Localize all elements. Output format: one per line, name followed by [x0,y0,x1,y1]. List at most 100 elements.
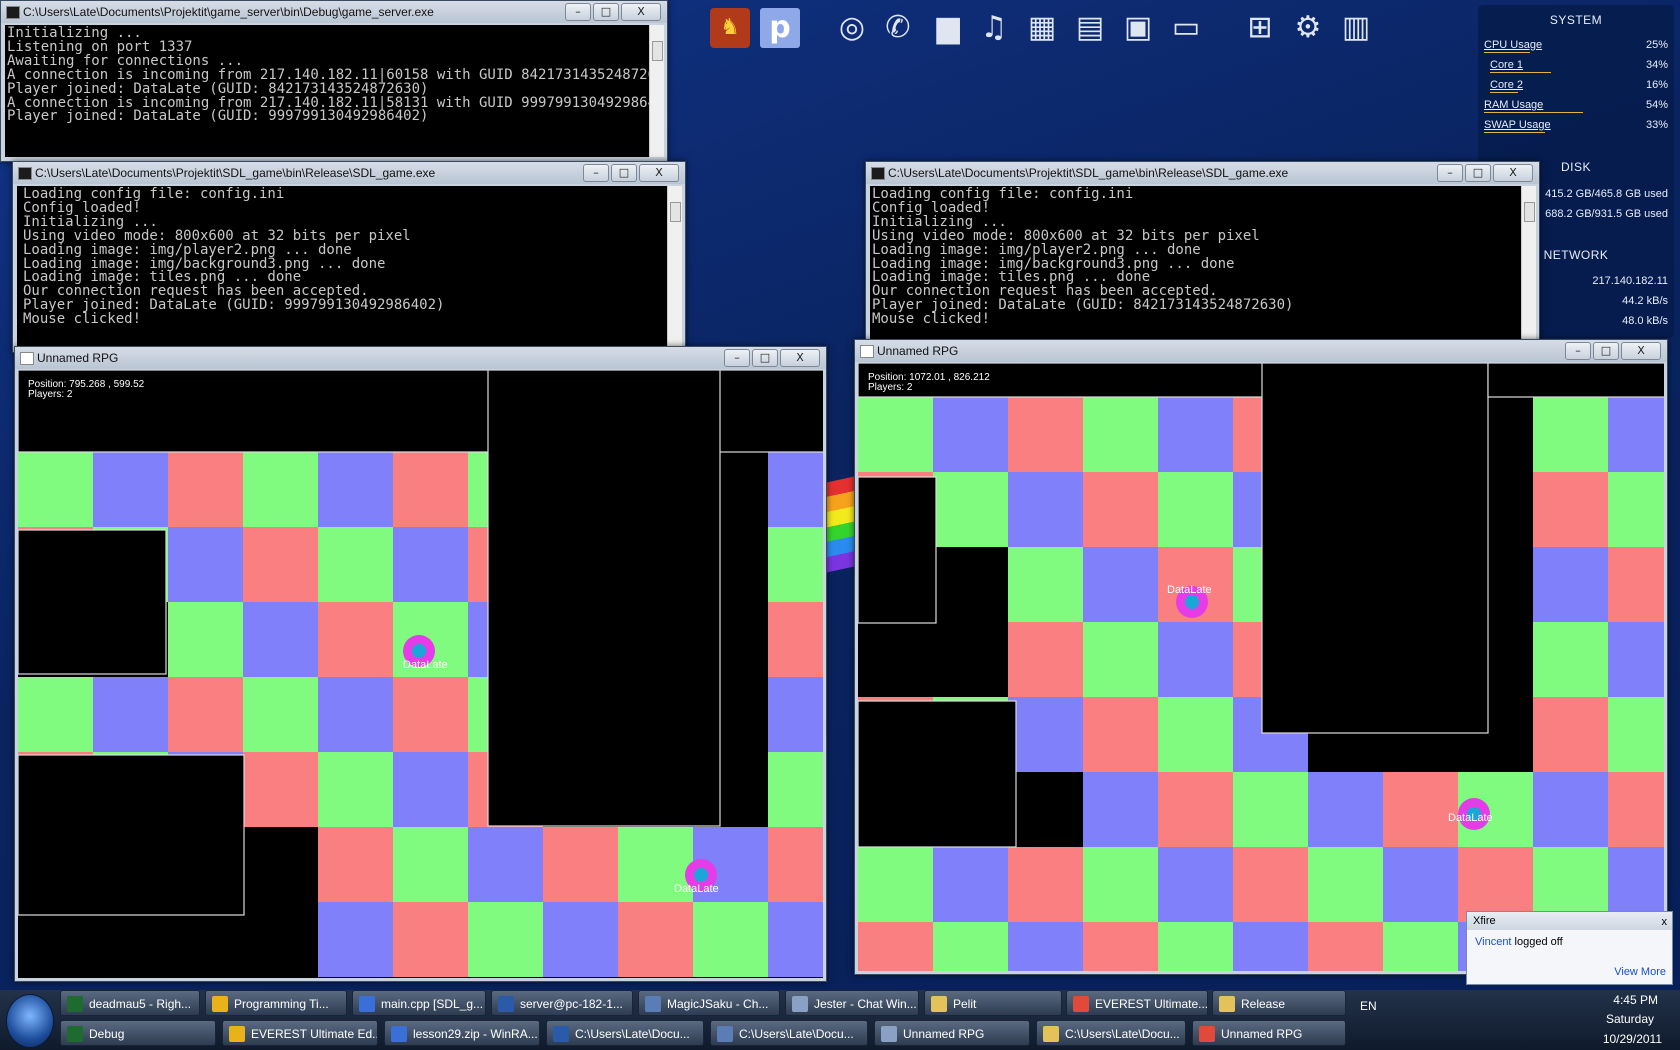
map-tile [933,922,1008,971]
xfire-view-more-link[interactable]: View More [1614,966,1666,978]
p-icon[interactable]: p [760,8,800,48]
taskbar-button[interactable]: deadmau5 - Righ... [60,990,200,1016]
map-tile [1008,847,1083,922]
taskbar-button[interactable]: main.cpp [SDL_g... [352,990,486,1016]
minimize-button[interactable]: – [1565,342,1591,360]
client-console-right-window[interactable]: C:\Users\Late\Documents\Projektit\SDL_ga… [865,161,1540,353]
map-tile [1083,772,1158,847]
map-tile [393,752,468,827]
game-map-right[interactable] [858,363,1664,971]
minimize-button[interactable]: – [565,3,591,21]
server-console-window[interactable]: C:\Users\Late\Documents\Projektit\game_s… [0,0,668,162]
hud-left: Position: 795.268 , 599.52 Players: 2 [28,380,144,400]
trash-icon[interactable]: ▥ [1336,8,1376,48]
close-button[interactable]: X [780,349,820,367]
map-tile [768,827,823,902]
taskbar-button[interactable]: Programming Ti... [205,990,347,1016]
taskbar-button[interactable]: C:\Users\Late\Docu... [1036,1020,1186,1046]
taskbar-button[interactable]: Release [1212,990,1346,1016]
game-viewport-right[interactable]: Position: 1072.01 , 826.212 Players: 2 D… [858,363,1664,971]
close-button[interactable]: X [1621,342,1661,360]
taskbar-button[interactable]: C:\Users\Late\Docu... [546,1020,704,1046]
map-tile [318,827,393,902]
maximize-button[interactable]: □ [611,164,637,182]
map-tile [168,452,243,527]
taskbar-button[interactable]: MagicJSaku - Ch... [638,990,780,1016]
taskbar-button[interactable]: lesson29.zip - WinRA... [384,1020,540,1046]
taskbar-button-label: lesson29.zip - WinRA... [413,1027,538,1041]
map-tile [1083,922,1158,971]
clock-date[interactable]: 10/29/2011 [1603,1032,1662,1046]
server-console-output: Initializing ... Listening on port 1337 Aw… [5,25,649,157]
game-window-left[interactable]: Unnamed RPG – □ X Position: 795.268 , 59… [14,346,827,982]
close-button[interactable]: X [621,3,661,21]
map-tile [1233,922,1308,971]
close-button[interactable]: X [639,164,679,182]
map-tile [1008,397,1083,472]
maximize-button[interactable]: □ [1465,164,1491,182]
minimize-button[interactable]: – [1437,164,1463,182]
map-tile [1158,622,1233,697]
client-console-right-titlebar[interactable]: C:\Users\Late\Documents\Projektit\SDL_ga… [866,162,1539,184]
game-viewport-left[interactable]: Position: 795.268 , 599.52 Players: 2 Da… [18,370,823,978]
client-console-left-window[interactable]: C:\Users\Late\Documents\Projektit\SDL_ga… [12,161,686,353]
hud-players: Players: 2 [28,389,73,400]
map-tile [543,827,618,902]
clock-time[interactable]: 4:45 PM [1613,993,1658,1007]
music-folder-icon[interactable]: ♫ [974,8,1014,48]
core2-value: 16% [1645,79,1668,91]
docs-folder-icon[interactable]: ▤ [1070,8,1110,48]
gear-icon[interactable]: ⚙ [1288,8,1328,48]
taskbar-button[interactable]: Pelit [924,990,1062,1016]
map-tile [243,677,318,752]
game-window-right-titlebar[interactable]: Unnamed RPG – □ X [855,340,1667,362]
server-console-scrollbar[interactable] [649,25,664,157]
taskbar-button[interactable]: server@pc-182-1... [491,990,633,1016]
network-icon[interactable]: ⊞ [1240,8,1280,48]
map-tile [1158,472,1233,547]
minimize-button[interactable]: – [724,349,750,367]
console-line: Mouse clicked! [872,311,991,328]
map-tile [318,677,393,752]
close-button[interactable]: X [1493,164,1533,182]
taskbar-button[interactable]: EVEREST Ultimate... [1066,990,1208,1016]
start-button[interactable] [6,994,54,1048]
ram-usage-row: RAM Usage 54% [1484,99,1668,115]
language-indicator[interactable]: EN [1360,999,1377,1013]
satellite-icon[interactable]: ✆ [878,8,918,48]
xfire-notification[interactable]: Xfire x Vincent logged off View More [1466,911,1673,985]
client-console-left-scrollbar[interactable] [667,186,682,348]
taskbar-button[interactable]: Jester - Chat Win... [785,990,919,1016]
minimize-button[interactable]: – [583,164,609,182]
clock-day[interactable]: Saturday [1606,1012,1654,1026]
xfire-user-link[interactable]: Vincent [1475,936,1512,948]
xfire-close-button[interactable]: x [1662,913,1668,931]
game-window-left-titlebar[interactable]: Unnamed RPG – □ X [15,347,826,369]
taskbar-button[interactable]: EVEREST Ultimate Ed... [222,1020,378,1046]
map-tile [1083,847,1158,922]
client-console-left-titlebar[interactable]: C:\Users\Late\Documents\Projektit\SDL_ga… [13,162,685,184]
map-tile [1608,772,1664,847]
maximize-button[interactable]: □ [1593,342,1619,360]
taskbar-button[interactable]: Unnamed RPG [1192,1020,1346,1046]
grid-folder-icon[interactable]: ▦ [1022,8,1062,48]
map-tile [1083,472,1158,547]
bomb-folder-icon[interactable]: ▆ [928,8,968,48]
map-tile [318,602,393,677]
map-tile [1083,547,1158,622]
taskbar-button[interactable]: Debug [60,1020,216,1046]
maximize-button[interactable]: □ [752,349,778,367]
maximize-button[interactable]: □ [593,3,619,21]
fl-studio-icon[interactable]: ♞ [710,8,750,48]
server-console-titlebar[interactable]: C:\Users\Late\Documents\Projektit\game_s… [1,1,667,23]
app-icon [881,1026,897,1042]
client-console-right-scrollbar[interactable] [1521,186,1536,348]
monitor-icon[interactable]: ▭ [1166,8,1206,48]
app-icon [717,1026,733,1042]
taskbar-button[interactable]: Unnamed RPG [874,1020,1030,1046]
game-window-right[interactable]: Unnamed RPG – □ X Position: 1072.01 , 82… [854,339,1668,975]
taskbar-button[interactable]: C:\Users\Late\Docu... [710,1020,868,1046]
cd-icon[interactable]: ◎ [832,8,872,48]
map-tile [393,677,468,752]
floppy-icon[interactable]: ▣ [1118,8,1158,48]
